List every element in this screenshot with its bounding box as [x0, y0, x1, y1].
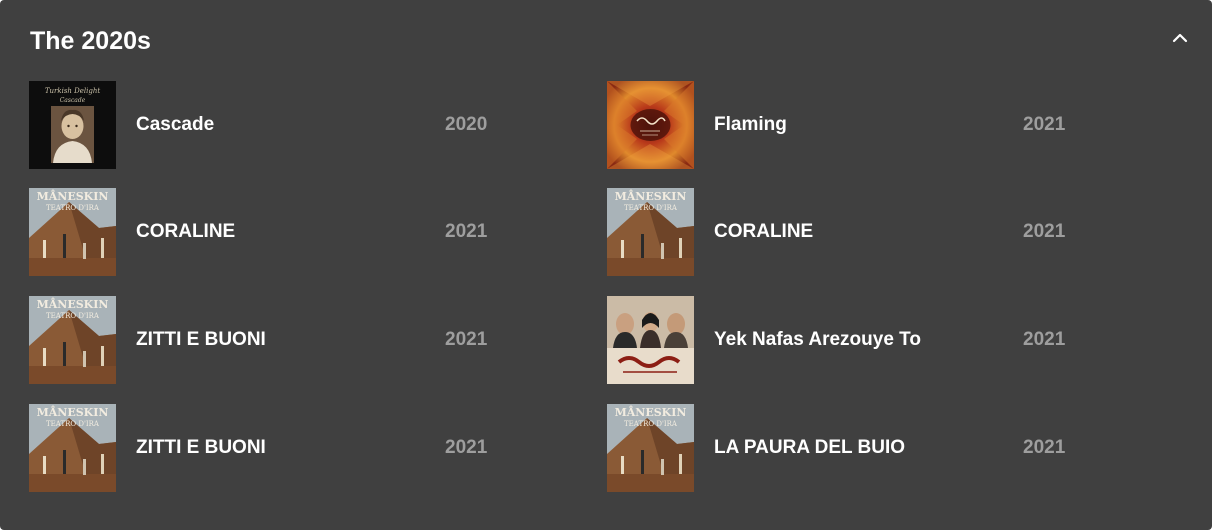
- album-art: [607, 296, 694, 384]
- track-row[interactable]: MÅNESKIN TEATRO D'IRA CORALINE 2021: [607, 188, 1167, 276]
- track-row[interactable]: Flaming 2021: [607, 81, 1167, 169]
- chevron-up-icon: [1172, 33, 1188, 43]
- album-art: MÅNESKIN TEATRO D'IRA: [29, 296, 116, 384]
- svg-text:MÅNESKIN: MÅNESKIN: [37, 405, 109, 419]
- svg-text:MÅNESKIN: MÅNESKIN: [37, 189, 109, 203]
- album-art: Turkish Delight Cascade: [29, 81, 116, 169]
- svg-text:Cascade: Cascade: [60, 97, 86, 104]
- track-title: ZITTI E BUONI: [136, 437, 266, 458]
- track-row[interactable]: MÅNESKIN TEATRO D'IRA ZITTI E BUONI 2021: [29, 296, 589, 384]
- track-year: 2021: [1023, 437, 1066, 458]
- track-year: 2021: [445, 437, 488, 458]
- album-art: MÅNESKIN TEATRO D'IRA: [29, 404, 116, 492]
- track-year: 2021: [1023, 329, 1066, 350]
- track-year: 2021: [1023, 114, 1066, 135]
- turkish-delight-cover-image: Turkish Delight Cascade: [29, 81, 116, 169]
- album-art: [607, 81, 694, 169]
- svg-text:MÅNESKIN: MÅNESKIN: [37, 297, 109, 311]
- track-year: 2020: [445, 114, 488, 135]
- track-title: CORALINE: [714, 221, 814, 242]
- maneskin-cover-image: MÅNESKIN TEATRO D'IRA: [607, 404, 694, 492]
- track-year: 2021: [1023, 221, 1066, 242]
- flaming-cover-image: [607, 81, 694, 169]
- track-row[interactable]: MÅNESKIN TEATRO D'IRA LA PAURA DEL BUIO …: [607, 404, 1167, 492]
- album-art: MÅNESKIN TEATRO D'IRA: [607, 188, 694, 276]
- track-title: Flaming: [714, 114, 787, 135]
- svg-text:TEATRO D'IRA: TEATRO D'IRA: [624, 420, 678, 428]
- maneskin-cover-image: MÅNESKIN TEATRO D'IRA: [29, 188, 116, 276]
- track-title: CORALINE: [136, 221, 236, 242]
- svg-text:TEATRO D'IRA: TEATRO D'IRA: [46, 312, 100, 320]
- svg-text:MÅNESKIN: MÅNESKIN: [615, 405, 687, 419]
- track-row[interactable]: MÅNESKIN TEATRO D'IRA ZITTI E BUONI 2021: [29, 404, 589, 492]
- track-year: 2021: [445, 329, 488, 350]
- svg-text:TEATRO D'IRA: TEATRO D'IRA: [46, 420, 100, 428]
- track-row[interactable]: Turkish Delight Cascade Cascade 2020: [29, 81, 589, 169]
- track-title: Yek Nafas Arezouye To: [714, 329, 921, 350]
- collapse-button[interactable]: [1168, 26, 1192, 50]
- svg-text:TEATRO D'IRA: TEATRO D'IRA: [624, 204, 678, 212]
- svg-text:Turkish Delight: Turkish Delight: [45, 87, 101, 95]
- album-art: MÅNESKIN TEATRO D'IRA: [29, 188, 116, 276]
- track-title: LA PAURA DEL BUIO: [714, 437, 906, 458]
- svg-text:TEATRO D'IRA: TEATRO D'IRA: [46, 204, 100, 212]
- svg-text:MÅNESKIN: MÅNESKIN: [615, 189, 687, 203]
- track-row[interactable]: MÅNESKIN TEATRO D'IRA CORALINE 2021: [29, 188, 589, 276]
- maneskin-cover-image: MÅNESKIN TEATRO D'IRA: [607, 188, 694, 276]
- track-year: 2021: [445, 221, 488, 242]
- track-title: Cascade: [136, 114, 215, 135]
- maneskin-cover-image: MÅNESKIN TEATRO D'IRA: [29, 296, 116, 384]
- track-row[interactable]: Yek Nafas Arezouye To 2021: [607, 296, 1167, 384]
- track-title: ZITTI E BUONI: [136, 329, 266, 350]
- section-title: The 2020s: [30, 27, 151, 55]
- album-art: MÅNESKIN TEATRO D'IRA: [607, 404, 694, 492]
- decade-section-panel: The 2020s Turkish Delight Cascade Cascad…: [0, 0, 1212, 530]
- maneskin-cover-image: MÅNESKIN TEATRO D'IRA: [29, 404, 116, 492]
- yek-nafas-cover-image: [607, 296, 694, 384]
